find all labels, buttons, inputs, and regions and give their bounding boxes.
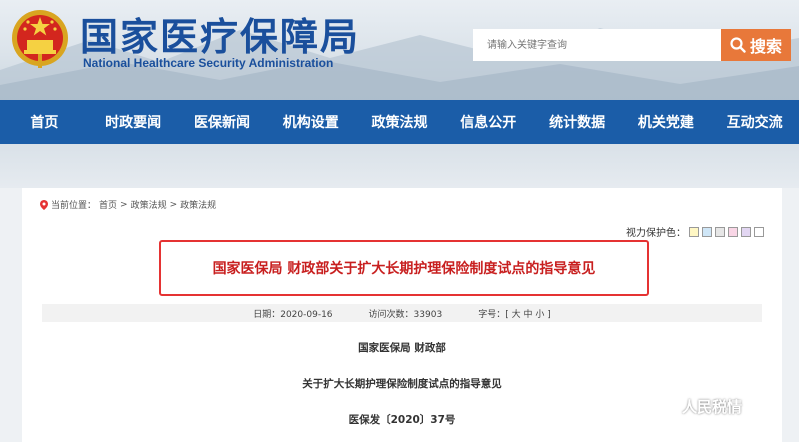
font-size-open: [	[505, 309, 509, 320]
breadcrumb-prefix: 当前位置：	[51, 201, 97, 211]
color-swatch-yellow[interactable]	[689, 226, 699, 237]
search-icon	[730, 37, 746, 53]
article-title: 国家医保局 财政部关于扩大长期护理保险制度试点的指导意见	[212, 261, 596, 277]
nav-item-news[interactable]: 时政要闻	[89, 100, 178, 144]
breadcrumb-home[interactable]: 首页	[99, 198, 117, 211]
header-band	[0, 144, 799, 188]
visits-label: 访问次数：	[368, 309, 414, 320]
article-visits: 访问次数：33903	[369, 307, 443, 320]
font-size-control: 字号：[ 大 中 小 ]	[478, 307, 551, 320]
nav-item-organization[interactable]: 机构设置	[266, 100, 355, 144]
site-header: 国家医疗保障局 National Healthcare Security Adm…	[0, 0, 799, 100]
article-subtitle: 关于扩大长期护理保险制度试点的指导意见	[302, 378, 502, 390]
nav-item-healthcare-news[interactable]: 医保新闻	[178, 100, 267, 144]
vision-label: 视力保护色：	[626, 228, 686, 239]
color-swatch-white[interactable]	[754, 226, 764, 237]
wechat-watermark: 人民税情	[654, 396, 742, 417]
color-swatch-pink[interactable]	[728, 226, 738, 237]
article-title-highlight: 国家医保局 财政部关于扩大长期护理保险制度试点的指导意见	[159, 240, 649, 296]
date-label: 日期：	[253, 309, 281, 320]
nav-item-party[interactable]: 机关党建	[621, 100, 710, 144]
article-meta-bar: 日期：2020-09-16 访问次数：33903 字号：[ 大 中 小 ]	[42, 304, 762, 322]
breadcrumb-policy[interactable]: 政策法规	[131, 198, 167, 211]
nav-item-disclosure[interactable]: 信息公开	[444, 100, 533, 144]
font-size-label: 字号：	[478, 309, 506, 320]
nav-item-policy[interactable]: 政策法规	[355, 100, 444, 144]
color-swatch-purple[interactable]	[741, 226, 751, 237]
search-button-label: 搜索	[749, 39, 782, 56]
visits-value: 33903	[413, 309, 443, 320]
color-swatch-blue[interactable]	[702, 226, 712, 237]
nav-item-statistics[interactable]: 统计数据	[533, 100, 622, 144]
breadcrumb-current[interactable]: 政策法规	[180, 198, 216, 211]
breadcrumb: 当前位置： 首页 > 政策法规 > 政策法规	[40, 198, 216, 211]
nav-item-home[interactable]: 首页	[0, 100, 89, 144]
nav-item-interaction[interactable]: 互动交流	[710, 100, 799, 144]
search-button[interactable]: 搜索	[721, 29, 791, 61]
font-size-medium[interactable]: 中	[523, 310, 532, 320]
location-pin-icon	[40, 199, 48, 210]
color-swatch-gray[interactable]	[715, 226, 725, 237]
site-title-cn: 国家医疗保障局	[80, 14, 361, 59]
breadcrumb-separator: >	[120, 199, 128, 210]
watermark-text: 人民税情	[682, 398, 743, 416]
national-emblem-icon	[12, 10, 68, 68]
wechat-icon	[654, 397, 678, 416]
font-size-small[interactable]: 小	[535, 310, 544, 320]
breadcrumb-separator: >	[169, 199, 178, 210]
article-issuer: 国家医保局 财政部	[358, 342, 446, 354]
article-date: 日期：2020-09-16	[253, 307, 332, 320]
font-size-large[interactable]: 大	[512, 310, 521, 320]
main-nav: 首页 时政要闻 医保新闻 机构设置 政策法规 信息公开 统计数据 机关党建 互动…	[0, 100, 799, 144]
vision-protection: 视力保护色：	[626, 224, 764, 239]
font-size-close: ]	[547, 309, 551, 320]
search-input[interactable]	[473, 29, 721, 61]
site-title-en: National Healthcare Security Administrat…	[83, 56, 334, 70]
date-value: 2020-09-16	[280, 309, 333, 320]
